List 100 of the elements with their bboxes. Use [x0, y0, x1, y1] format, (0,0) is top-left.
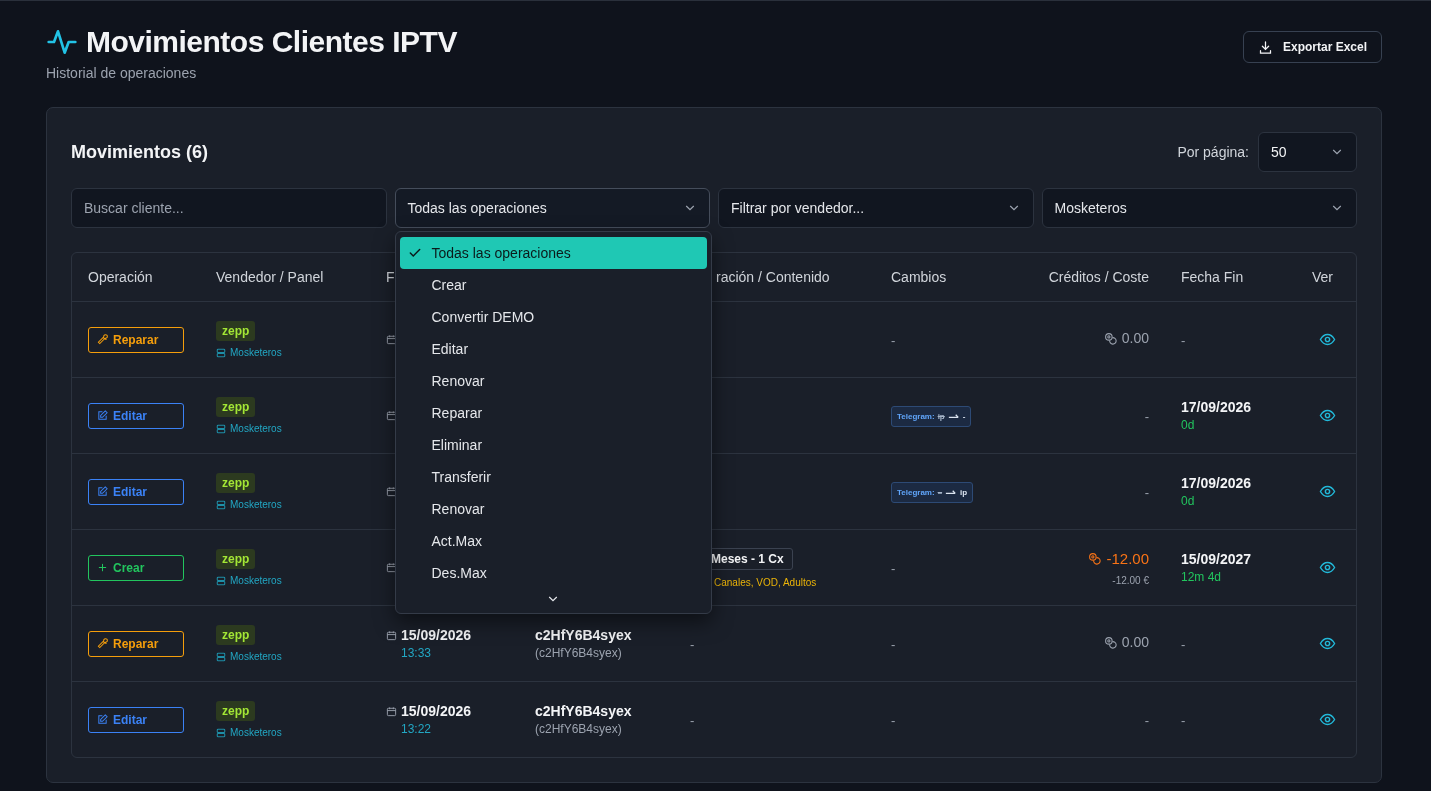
export-button[interactable]: Exportar Excel — [1242, 31, 1382, 63]
vendor-badge: zepp — [216, 473, 256, 493]
vendor-badge: zepp — [216, 397, 256, 417]
calendar-icon — [386, 410, 397, 421]
plus-icon — [97, 562, 108, 573]
wrench-icon — [97, 638, 108, 649]
time-text: 13:22 — [401, 722, 433, 736]
coins-icon — [1088, 551, 1102, 565]
credits-text: 0.00 — [1121, 634, 1149, 651]
column-header: Créditos / Coste — [1048, 269, 1149, 285]
change-badge: Telegram: ip - — [891, 405, 972, 427]
view-icon[interactable] — [1318, 559, 1336, 576]
filter-select[interactable]: Mosketeros — [1041, 188, 1357, 228]
page-title: Movimientos Clientes IPTV — [86, 25, 457, 59]
credits-text: -12.00 — [1106, 549, 1149, 567]
arrow-icon — [947, 412, 960, 420]
panel-name: Mosketeros — [230, 727, 282, 738]
credits-text: 0.00 — [1121, 330, 1149, 347]
end-date: - — [1181, 332, 1186, 348]
dropdown-option[interactable]: Crear — [399, 269, 707, 301]
view-icon[interactable] — [1318, 635, 1336, 652]
calendar-icon — [386, 629, 397, 641]
column-header: Ver — [1312, 269, 1333, 285]
dropdown-option[interactable]: Eliminar — [399, 429, 707, 461]
server-icon — [216, 575, 226, 586]
changes-text: - — [891, 712, 896, 728]
operation-button[interactable]: Editar — [88, 478, 184, 505]
changes-text: - — [891, 636, 896, 652]
dropdown-option[interactable]: Editar — [399, 333, 707, 365]
column-header: Fecha Fin — [1181, 269, 1244, 285]
dropdown-option[interactable]: Todas las operaciones — [399, 237, 707, 269]
check-icon — [407, 246, 422, 260]
server-icon — [216, 499, 226, 510]
calendar-icon — [386, 334, 397, 345]
view-icon[interactable] — [1318, 711, 1336, 728]
dropdown-option[interactable]: Transferir — [399, 461, 707, 493]
dropdown-option[interactable]: Convertir DEMO — [399, 301, 707, 333]
panel-name: Mosketeros — [230, 347, 282, 358]
time-text: 13:33 — [401, 646, 433, 660]
cost-text: -12.00 € — [1111, 574, 1149, 586]
changes-text: - — [891, 332, 896, 348]
vendor-badge: zepp — [216, 701, 256, 721]
column-header: Vendedor / Panel — [216, 269, 324, 285]
vendor-badge: zepp — [216, 625, 256, 645]
operation-button[interactable]: Editar — [88, 706, 184, 733]
client-name: c2HfY6B4syex — [535, 703, 633, 719]
filter-select[interactable]: Todas las operaciones — [394, 188, 710, 228]
column-header: ración / Contenido — [716, 269, 830, 285]
per-page-select[interactable]: 50 — [1258, 132, 1357, 172]
client-id: (c2HfY6B4syex) — [535, 722, 623, 736]
coins-icon — [1103, 635, 1117, 649]
operation-button[interactable]: Crear — [88, 554, 184, 581]
column-header: F — [386, 269, 395, 285]
view-icon[interactable] — [1318, 483, 1336, 500]
date-text: 15/09/2026 — [401, 703, 472, 719]
date-text: 15/09/2026 — [401, 627, 472, 643]
dropdown-option[interactable]: Renovar — [399, 365, 707, 397]
panel-name: Mosketeros — [230, 423, 282, 434]
panel-title: Movimientos (6) — [71, 141, 208, 163]
dropdown-option[interactable]: Reparar — [399, 397, 707, 429]
remaining-time: 0d — [1181, 494, 1196, 508]
remaining-time: 12m 4d — [1181, 570, 1223, 584]
edit-icon — [97, 714, 108, 725]
end-date: 15/09/2027 — [1181, 551, 1253, 567]
operation-button[interactable]: Reparar — [88, 630, 184, 657]
duration-text: - — [690, 712, 695, 728]
credits-text: - — [1144, 484, 1149, 500]
vendor-badge: zepp — [216, 549, 256, 569]
changes-text: - — [891, 560, 896, 576]
coins-icon — [1103, 331, 1117, 345]
download-icon — [1257, 39, 1273, 55]
filter-select[interactable]: Filtrar por vendedor... — [718, 188, 1034, 228]
server-icon — [216, 423, 226, 434]
operation-button[interactable]: Reparar — [88, 326, 184, 353]
operation-button[interactable]: Editar — [88, 402, 184, 429]
edit-icon — [97, 486, 108, 497]
remaining-time: 0d — [1181, 418, 1196, 432]
duration-text: - — [690, 636, 695, 652]
view-icon[interactable] — [1318, 331, 1336, 348]
server-icon — [216, 727, 226, 738]
calendar-icon — [386, 486, 397, 497]
end-date: 17/09/2026 — [1181, 475, 1253, 491]
column-header: Cambios — [891, 269, 947, 285]
per-page-label: Por página: — [1177, 144, 1249, 160]
end-date: 17/09/2026 — [1181, 399, 1253, 415]
vendor-badge: zepp — [216, 321, 256, 341]
content-list: Canales, VOD, Adultos — [714, 576, 859, 588]
page-subtitle: Historial de operaciones — [46, 65, 198, 81]
end-date: - — [1181, 636, 1186, 652]
search-field[interactable]: Buscar cliente... — [71, 188, 387, 228]
view-icon[interactable] — [1318, 407, 1336, 424]
edit-icon — [97, 410, 108, 421]
credits-text: - — [1144, 408, 1149, 424]
wrench-icon — [97, 334, 108, 345]
calendar-icon — [386, 562, 397, 573]
arrow-icon — [945, 488, 958, 496]
calendar-icon — [386, 705, 397, 717]
dropdown-option[interactable]: Renovar — [399, 493, 707, 525]
client-id: (c2HfY6B4syex) — [535, 646, 623, 660]
client-name: c2HfY6B4syex — [535, 627, 633, 643]
